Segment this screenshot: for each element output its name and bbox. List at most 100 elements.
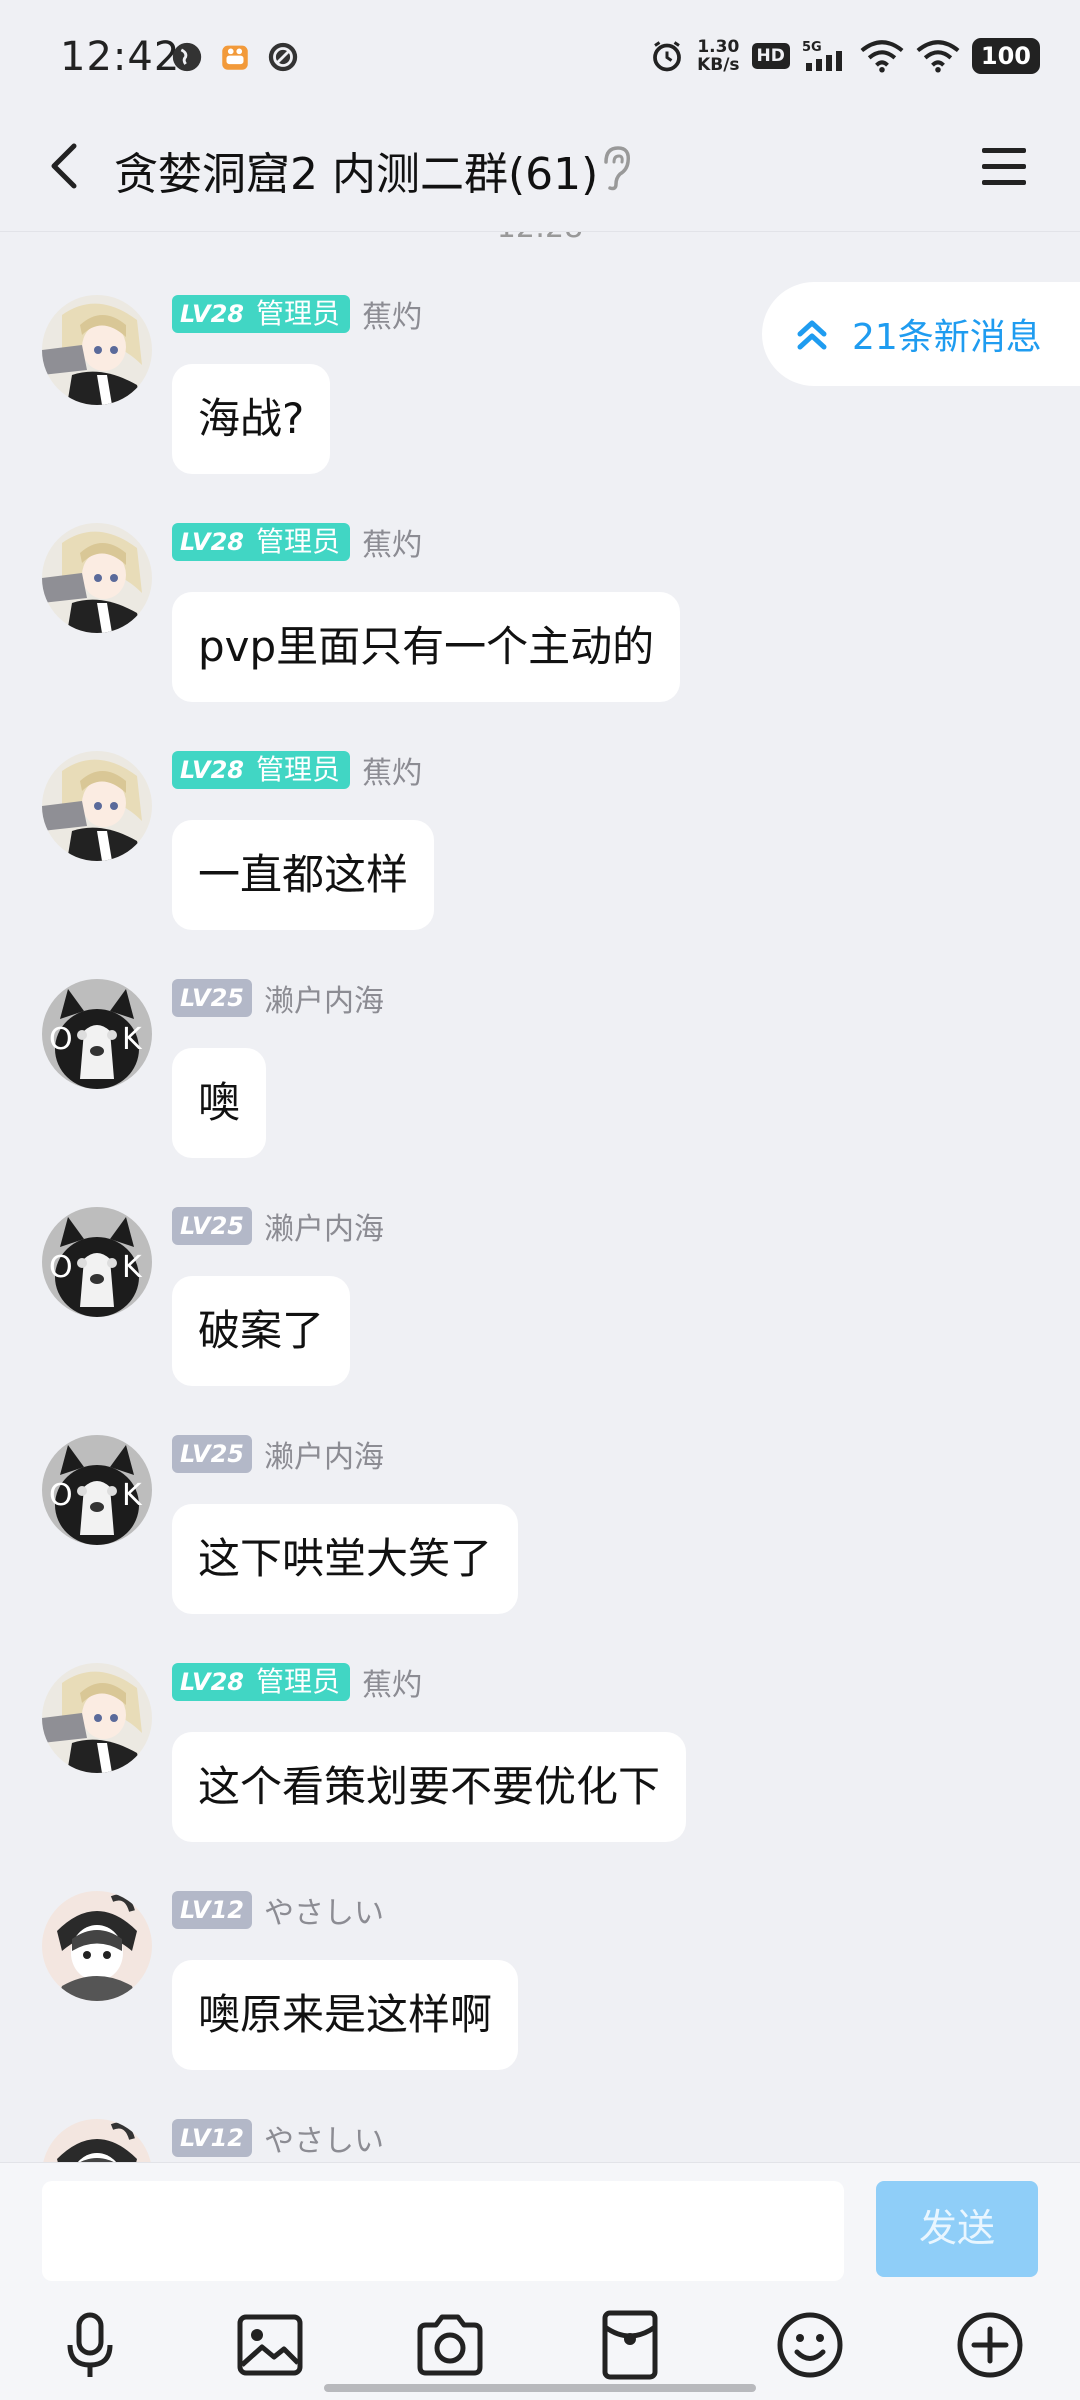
message-bubble[interactable]: 海战? (172, 364, 331, 474)
battery-icon: 100 (971, 38, 1040, 74)
sender-name[interactable]: 濑户内海 (264, 1204, 384, 1248)
cat-ok-right-letter: K (122, 1478, 143, 1513)
message-bubble[interactable]: pvp里面只有一个主动的 (172, 592, 681, 702)
admin-badge: 管理员 (251, 295, 350, 333)
avatar[interactable] (42, 2119, 152, 2162)
new-messages-button[interactable]: 21条新消息 (762, 282, 1080, 386)
message-meta: LV28 管理员 蕉灼 (172, 520, 422, 564)
message-meta: LV12 やさしい (172, 1888, 384, 1932)
emoji-icon[interactable] (770, 2305, 850, 2385)
sender-name[interactable]: 蕉灼 (362, 748, 422, 792)
plus-icon[interactable] (950, 2305, 1030, 2385)
cat-ok-right-letter: K (122, 1250, 143, 1285)
microphone-icon[interactable] (50, 2305, 130, 2385)
level-badge: LV28 (172, 751, 252, 789)
input-toolbar (0, 2305, 1080, 2389)
image-icon[interactable] (230, 2305, 310, 2385)
message-bubble[interactable]: 一直都这样 (172, 820, 435, 930)
cat-ok-avatar-image: OK (42, 979, 152, 1089)
status-time: 12:42 (60, 34, 181, 80)
anime-boy-avatar-image (42, 2119, 152, 2162)
hd-icon: HD (751, 43, 790, 69)
level-badge: LV25 (172, 979, 252, 1017)
alarm-icon (653, 41, 681, 72)
message-item: OK LV25 濑户内海 这下哄堂大笑了 (0, 1372, 1080, 1614)
anime-girl-avatar-image (42, 523, 152, 633)
message-item: LV12 やさしい 噢原来是这样啊 (0, 1828, 1080, 2070)
menu-icon[interactable] (976, 138, 1032, 194)
back-arrow-icon[interactable] (36, 136, 96, 196)
avatar[interactable] (42, 295, 152, 405)
level-badge: LV12 (172, 1891, 252, 1929)
sender-name[interactable]: 濑户内海 (264, 1432, 384, 1476)
message-item: OK LV25 濑户内海 破案了 (0, 1144, 1080, 1386)
avatar[interactable] (42, 751, 152, 861)
admin-badge: 管理员 (251, 751, 350, 789)
sender-name[interactable]: 蕉灼 (362, 1660, 422, 1704)
ear-icon[interactable] (596, 144, 636, 192)
message-bubble[interactable]: 这下哄堂大笑了 (172, 1504, 519, 1614)
message-item: LV12 やさしい (0, 2056, 1080, 2162)
message-bubble[interactable]: 噢原来是这样啊 (172, 1960, 519, 2070)
speed-unit: KB/s (697, 55, 740, 75)
chat-header: 贪婪洞窟2 内测二群(61) (0, 118, 1080, 232)
wifi-icon (916, 40, 960, 73)
send-button[interactable]: 发送 (876, 2181, 1038, 2277)
speed-value: 1.30 (697, 37, 740, 57)
admin-badge: 管理员 (251, 523, 350, 561)
message-input[interactable] (42, 2181, 844, 2281)
signal-icon: 5G (802, 40, 842, 71)
avatar[interactable] (42, 1663, 152, 1773)
message-item: LV28 管理员 蕉灼 一直都这样 (0, 688, 1080, 930)
anime-girl-avatar-image (42, 1663, 152, 1773)
message-meta: LV28 管理员 蕉灼 (172, 292, 422, 336)
status-bar: 12:42 1.30 KB/s HD 5G 100 (0, 0, 1080, 118)
new-messages-label: 21条新消息 (852, 317, 1042, 358)
cat-ok-left-letter: O (49, 1022, 73, 1057)
message-item: LV28 管理员 蕉灼 pvp里面只有一个主动的 (0, 460, 1080, 702)
level-badge: LV28 (172, 1663, 252, 1701)
home-indicator[interactable] (324, 2384, 756, 2392)
admin-badge: 管理员 (251, 1663, 350, 1701)
red-packet-icon[interactable] (590, 2305, 670, 2385)
level-badge: LV28 (172, 523, 252, 561)
status-left-icons (170, 40, 300, 74)
cat-ok-left-letter: O (49, 1478, 73, 1513)
message-item: OK LV25 濑户内海 噢 (0, 916, 1080, 1158)
sender-name[interactable]: 蕉灼 (362, 292, 422, 336)
message-bubble[interactable]: 破案了 (172, 1276, 351, 1386)
input-bar: 发送 (0, 2162, 1080, 2400)
cat-ok-right-letter: K (122, 1022, 143, 1057)
message-meta: LV12 やさしい (172, 2116, 384, 2160)
compass-icon (268, 42, 298, 72)
group-title[interactable]: 贪婪洞窟2 内测二群(61) (114, 138, 598, 202)
message-meta: LV28 管理员 蕉灼 (172, 1660, 422, 1704)
anime-boy-avatar-image (42, 1891, 152, 2001)
level-badge: LV25 (172, 1207, 252, 1245)
avatar[interactable]: OK (42, 979, 152, 1089)
level-badge: LV28 (172, 295, 252, 333)
avatar[interactable] (42, 1891, 152, 2001)
avatar[interactable] (42, 523, 152, 633)
cat-ok-avatar-image: OK (42, 1435, 152, 1545)
chat-message-list[interactable]: 12:28 LV28 管理员 蕉灼 海战? LV28 管理员 蕉灼 pvp里面只… (0, 232, 1080, 2162)
message-bubble[interactable]: 噢 (172, 1048, 267, 1158)
network-speed: 1.30 KB/s (697, 38, 739, 74)
sender-name[interactable]: 蕉灼 (362, 520, 422, 564)
svg-text:5G: 5G (802, 40, 822, 55)
avatar[interactable]: OK (42, 1435, 152, 1545)
camera-icon[interactable] (410, 2305, 490, 2385)
sender-name[interactable]: やさしい (264, 1888, 384, 1932)
message-bubble[interactable]: 这个看策划要不要优化下 (172, 1732, 687, 1842)
globe-icon (172, 42, 202, 72)
sender-name[interactable]: 濑户内海 (264, 976, 384, 1020)
anime-girl-avatar-image (42, 751, 152, 861)
message-meta: LV28 管理员 蕉灼 (172, 748, 422, 792)
cat-ok-left-letter: O (49, 1250, 73, 1285)
sender-name[interactable]: やさしい (264, 2116, 384, 2160)
message-item: LV28 管理员 蕉灼 这个看策划要不要优化下 (0, 1600, 1080, 1842)
message-meta: LV25 濑户内海 (172, 1204, 384, 1248)
message-meta: LV25 濑户内海 (172, 1432, 384, 1476)
wifi-signal-icon (860, 40, 904, 73)
avatar[interactable]: OK (42, 1207, 152, 1317)
